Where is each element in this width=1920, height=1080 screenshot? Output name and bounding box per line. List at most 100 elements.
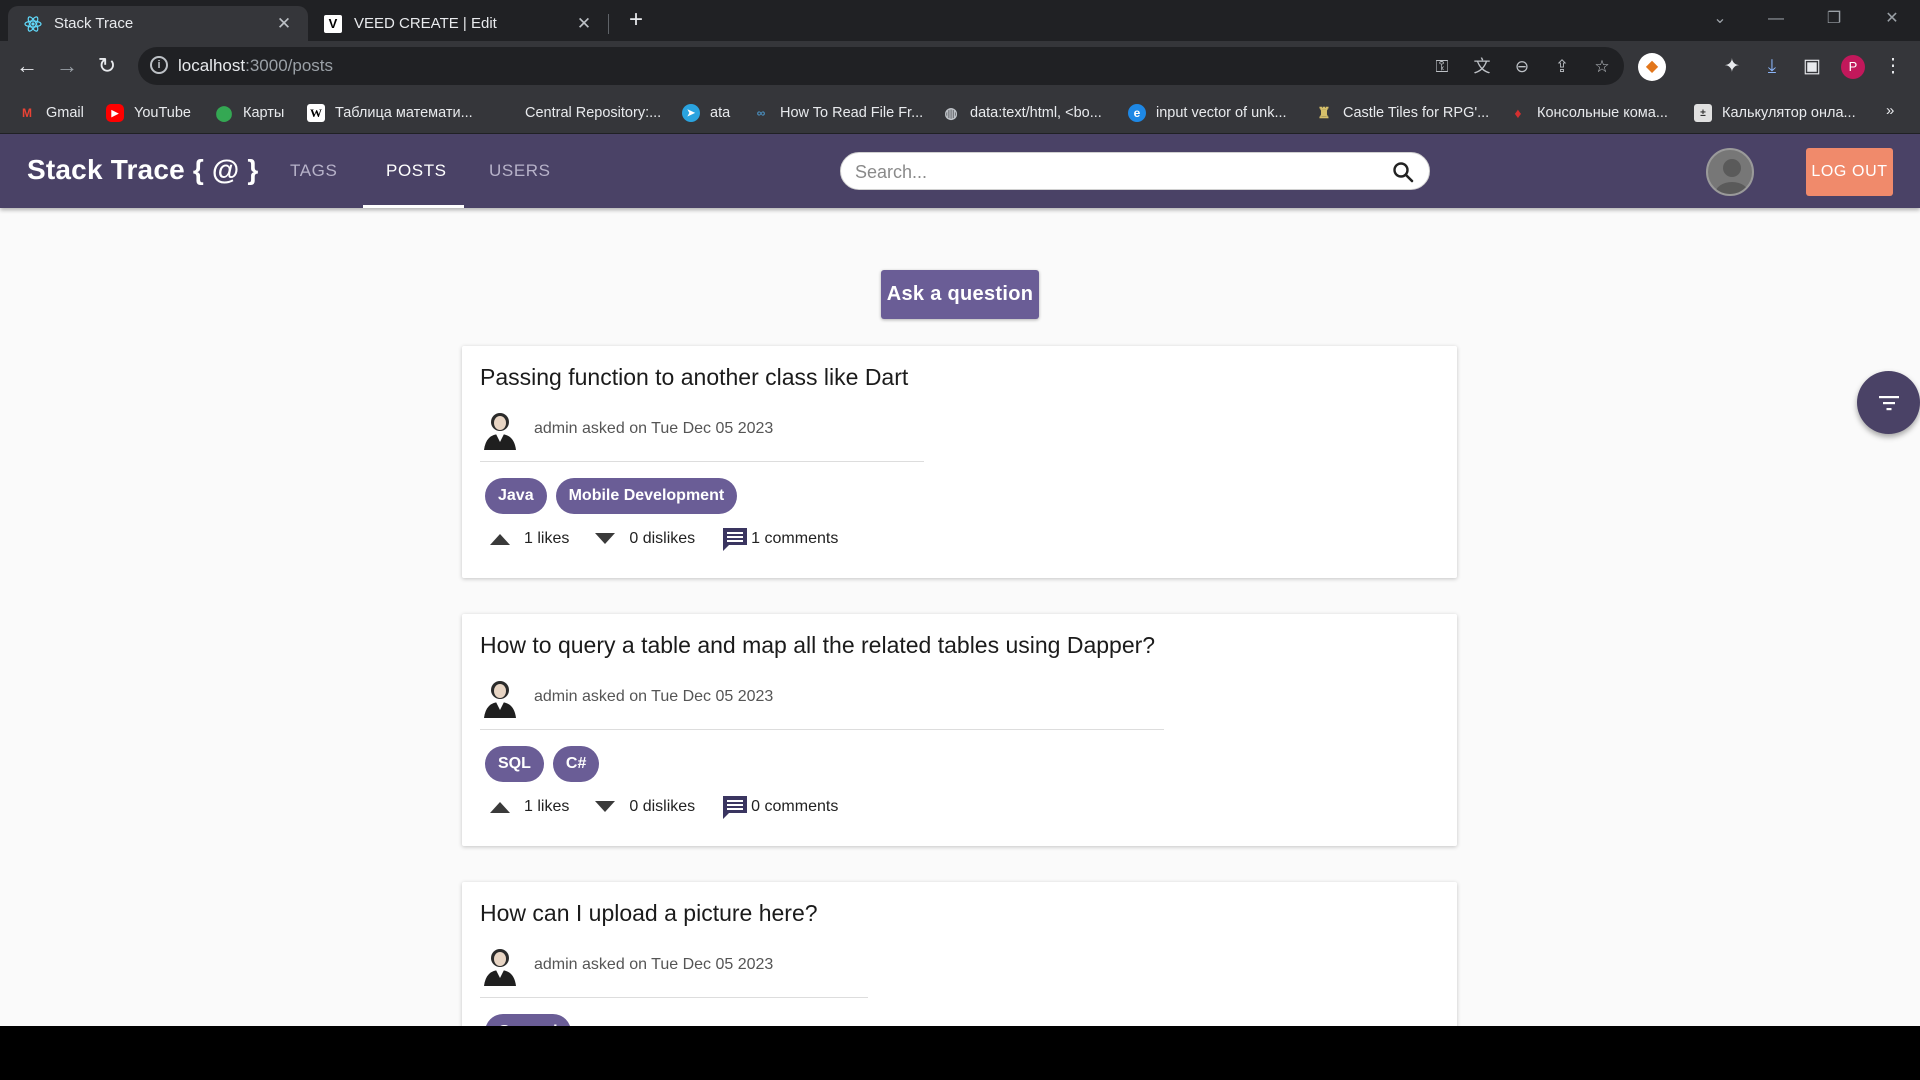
dislikes-count: 0 dislikes — [629, 798, 696, 815]
author-name[interactable]: admin — [534, 688, 578, 705]
bookmark-youtube[interactable]: ▶ YouTube — [106, 102, 191, 124]
close-tab-icon[interactable]: ✕ — [274, 14, 294, 34]
translate-icon[interactable]: ⽂ — [1471, 56, 1493, 78]
tab-veed[interactable]: V VEED CREATE | Edit ✕ — [308, 6, 608, 41]
close-tab-icon[interactable]: ✕ — [574, 14, 594, 34]
bookmark-star-icon[interactable]: ☆ — [1591, 56, 1613, 78]
post-meta: admin asked on Tue Dec 05 2023 — [480, 944, 773, 986]
divider — [480, 997, 868, 998]
search-icon[interactable] — [1391, 160, 1415, 184]
restore-button[interactable]: ❐ — [1814, 0, 1854, 41]
back-icon[interactable]: ← — [11, 51, 43, 83]
minimize-button[interactable]: — — [1756, 0, 1796, 41]
post-date: Tue Dec 05 2023 — [651, 420, 774, 437]
bookmark-central-repository[interactable]: Central Repository:... — [525, 102, 661, 124]
filter-button[interactable] — [1857, 371, 1920, 434]
castle-icon: ♜ — [1317, 105, 1331, 122]
bookmark-console-commands[interactable]: ♦ Консольные кома... — [1509, 102, 1667, 124]
share-icon[interactable]: ⇪ — [1551, 56, 1573, 78]
upvote-arrow-icon — [490, 802, 510, 813]
bookmark-input-vector[interactable]: e input vector of unk... — [1128, 102, 1287, 124]
side-panel-icon[interactable]: ▣ — [1799, 54, 1825, 80]
post-meta: admin asked on Tue Dec 05 2023 — [480, 408, 773, 450]
author-avatar[interactable] — [480, 676, 520, 718]
author-name[interactable]: admin — [534, 420, 578, 437]
address-bar[interactable]: i localhost:3000/posts ⚿ ⽂ ⊖ ⇪ ☆ — [138, 47, 1624, 85]
post-date: Tue Dec 05 2023 — [651, 688, 774, 705]
post-meta-text: admin asked on Tue Dec 05 2023 — [534, 688, 774, 705]
tag-chip[interactable]: General — [485, 1014, 571, 1026]
bookmark-data-url[interactable]: ◍ data:text/html, <bo... — [942, 102, 1101, 124]
like-button[interactable]: 1 likes — [490, 798, 569, 816]
edge-icon: e — [1128, 104, 1146, 122]
comments-button[interactable]: 0 comments — [721, 793, 838, 821]
logout-button[interactable]: LOG OUT — [1806, 148, 1893, 196]
reload-icon[interactable]: ↻ — [91, 51, 123, 83]
bookmark-how-to-read-file[interactable]: ∞ How To Read File Fr... — [752, 102, 923, 124]
post-date: Tue Dec 05 2023 — [651, 956, 774, 973]
author-avatar[interactable] — [480, 944, 520, 986]
user-avatar[interactable] — [1706, 148, 1754, 196]
downvote-arrow-icon — [595, 533, 616, 544]
downvote-arrow-icon — [595, 801, 616, 812]
like-button[interactable]: 1 likes — [490, 530, 569, 548]
bookmark-castle-tiles[interactable]: ♜ Castle Tiles for RPG'... — [1315, 102, 1489, 124]
tab-title: VEED CREATE | Edit — [354, 15, 497, 32]
ask-question-button[interactable]: Ask a question — [881, 270, 1039, 319]
app-header: Stack Trace { @ } TAGS POSTS USERS LOG O… — [0, 134, 1920, 208]
nav-tab-tags[interactable]: TAGS — [290, 161, 337, 181]
extensions-icon[interactable]: ✦ — [1719, 54, 1745, 80]
bookmark-gmail[interactable]: M Gmail — [18, 102, 84, 124]
tag-list: Java Mobile Development — [485, 478, 746, 514]
new-tab-button[interactable]: + — [622, 6, 650, 34]
browser-toolbar: ← → ↻ i localhost:3000/posts ⚿ ⽂ ⊖ ⇪ ☆ ◆… — [0, 41, 1920, 91]
tab-stack-trace[interactable]: Stack Trace ✕ — [8, 6, 308, 41]
site-info-icon[interactable]: i — [150, 56, 168, 74]
nav-tab-posts[interactable]: POSTS — [386, 161, 447, 181]
likes-count: 1 likes — [524, 798, 570, 815]
url-text: localhost:3000/posts — [178, 56, 334, 75]
post-title[interactable]: How can I upload a picture here? — [480, 900, 818, 927]
password-key-icon[interactable]: ⚿ — [1431, 56, 1453, 78]
bookmark-wiki[interactable]: W Таблица математи... — [307, 102, 473, 124]
bookmark-calculator[interactable]: ± Калькулятор онла... — [1694, 102, 1856, 124]
bookmark-ata[interactable]: ➤ ata — [682, 102, 730, 124]
menu-dots-icon[interactable]: ⋮ — [1880, 54, 1906, 80]
tag-list: General — [485, 1014, 580, 1026]
author-name[interactable]: admin — [534, 956, 578, 973]
forward-icon[interactable]: → — [51, 51, 83, 83]
tag-chip[interactable]: Java — [485, 478, 547, 514]
zoom-icon[interactable]: ⊖ — [1511, 56, 1533, 78]
author-avatar[interactable] — [480, 408, 520, 450]
comments-count: 0 comments — [751, 798, 839, 815]
wiki-icon: W — [307, 104, 325, 122]
telegram-icon: ➤ — [682, 104, 700, 122]
likes-count: 1 likes — [524, 530, 570, 547]
bookmark-maps[interactable]: ⬤ Карты — [215, 102, 285, 124]
nav-tab-users[interactable]: USERS — [489, 161, 551, 181]
dislike-button[interactable]: 0 dislikes — [595, 530, 695, 548]
comment-icon — [723, 528, 748, 551]
search-input[interactable] — [855, 159, 1375, 185]
post-title[interactable]: Passing function to another class like D… — [480, 364, 908, 391]
tag-chip[interactable]: C# — [552, 746, 600, 782]
link-icon: ∞ — [756, 106, 766, 120]
tag-chip[interactable]: SQL — [485, 746, 544, 782]
app-brand[interactable]: Stack Trace { @ } — [27, 154, 259, 186]
tab-search-icon[interactable]: ⌄ — [1700, 0, 1740, 41]
tag-chip[interactable]: Mobile Development — [555, 478, 738, 514]
divider — [480, 461, 924, 462]
dislike-button[interactable]: 0 dislikes — [595, 798, 695, 816]
comments-count: 1 comments — [751, 530, 839, 547]
download-icon[interactable]: ⤓ — [1759, 54, 1785, 80]
search-box[interactable] — [840, 152, 1430, 190]
bookmarks-bar: M Gmail ▶ YouTube ⬤ Карты W Таблица математи… — [0, 91, 1920, 134]
post-title[interactable]: How to query a table and map all the rel… — [480, 632, 1155, 659]
tag-list: SQL C# — [485, 746, 608, 782]
post-card: How to query a table and map all the rel… — [462, 614, 1457, 846]
close-window-button[interactable]: ✕ — [1872, 0, 1912, 41]
profile-avatar[interactable]: P — [1841, 55, 1865, 79]
more-bookmarks-icon[interactable]: » — [1886, 102, 1894, 119]
metamask-icon[interactable]: ◆ — [1638, 53, 1666, 81]
comments-button[interactable]: 1 comments — [721, 525, 838, 553]
